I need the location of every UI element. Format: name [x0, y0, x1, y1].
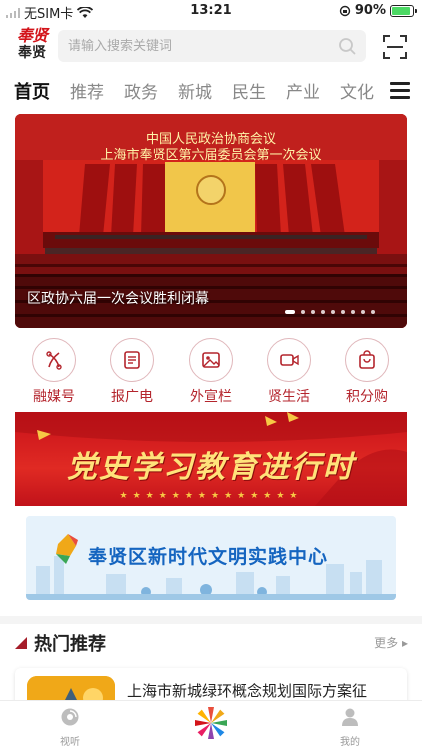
banner-headline-2: 上海市奉贤区第六届委员会第一次会议	[100, 148, 322, 163]
channel-tabs: 首页 推荐 政务 新城 民生 产业 文化	[0, 72, 422, 108]
logo-text: 奉贤	[18, 45, 46, 61]
quick-link-circle	[110, 338, 154, 382]
quick-link-circle	[345, 338, 389, 382]
more-link[interactable]: 更多 ▸	[374, 634, 408, 651]
shopping-bag-icon	[359, 350, 375, 369]
chevron-right-icon: ▸	[401, 636, 408, 650]
tab-recommend[interactable]: 推荐	[70, 78, 104, 103]
tab-livelihood[interactable]: 民生	[232, 78, 266, 103]
carousel-dot[interactable]	[331, 310, 335, 314]
status-right: 90%	[339, 3, 417, 18]
tab-home[interactable]: 首页	[14, 78, 50, 104]
video-icon	[280, 354, 299, 366]
quick-link-points-shop[interactable]: 积分购	[328, 338, 406, 406]
more-label: 更多	[374, 636, 399, 650]
menu-icon[interactable]	[390, 82, 410, 99]
quick-link-label: 外宣栏	[190, 389, 232, 405]
tab-government[interactable]: 政务	[124, 78, 158, 103]
carousel-dot[interactable]	[351, 310, 355, 314]
carousel-dots	[285, 310, 375, 314]
quick-links: 融媒号 报广电 外宣栏 贤生活 积分购	[0, 338, 422, 408]
battery-percent: 90%	[354, 3, 386, 18]
nav-audiovisual[interactable]: 视听	[40, 707, 100, 748]
bottom-nav: 视听 我的	[0, 700, 422, 750]
carousel-dot[interactable]	[301, 310, 305, 314]
nav-profile[interactable]: 我的	[320, 707, 380, 748]
search-box[interactable]	[58, 30, 366, 62]
party-banner-title: 党史学习教育进行时	[67, 450, 355, 485]
section-marker	[15, 637, 27, 649]
carousel-dot[interactable]	[285, 310, 295, 314]
quick-link-life[interactable]: 贤生活	[250, 338, 328, 406]
carousel-dot[interactable]	[371, 310, 375, 314]
nav-home-logo[interactable]	[181, 705, 241, 745]
stars-row: ★★★★★★★★★★★★★★	[119, 491, 303, 501]
civilization-center-title: 奉贤区新时代文明实践中心	[88, 546, 329, 568]
newspaper-icon	[124, 351, 140, 369]
header: 奉贤 奉贤	[0, 26, 422, 66]
tab-culture[interactable]: 文化	[340, 78, 374, 103]
battery-fill	[392, 6, 410, 15]
search-icon[interactable]	[338, 37, 356, 55]
quick-link-newspaper[interactable]: 报广电	[93, 338, 171, 406]
disc-icon	[61, 708, 79, 726]
quick-link-circle	[32, 338, 76, 382]
hot-recommend-title: 热门推荐	[34, 634, 106, 655]
carousel-dot[interactable]	[341, 310, 345, 314]
carousel-dot[interactable]	[321, 310, 325, 314]
carousel-dot[interactable]	[311, 310, 315, 314]
search-input[interactable]	[68, 30, 328, 62]
banner-caption: 区政协六届一次会议胜利闭幕	[27, 291, 209, 307]
hot-recommend-header: 热门推荐 更多 ▸	[0, 626, 422, 660]
network-icon	[46, 351, 62, 370]
nav-label: 视听	[60, 737, 80, 748]
tab-new-city[interactable]: 新城	[178, 78, 212, 103]
app-logo[interactable]: 奉贤 奉贤	[12, 28, 52, 64]
section-separator	[0, 616, 422, 624]
battery-icon	[390, 4, 417, 17]
party-history-banner[interactable]: 党史学习教育进行时 ★★★★★★★★★★★★★★	[15, 412, 407, 506]
quick-link-circle	[267, 338, 311, 382]
scan-icon[interactable]	[382, 34, 408, 60]
quick-link-label: 报广电	[111, 389, 153, 405]
quick-link-publicity[interactable]: 外宣栏	[172, 338, 250, 406]
quick-link-label: 贤生活	[268, 389, 310, 405]
carousel-dot[interactable]	[361, 310, 365, 314]
image-icon	[202, 352, 220, 368]
quick-link-label: 积分购	[346, 389, 388, 405]
quick-link-label: 融媒号	[33, 389, 75, 405]
logo-mark: 奉贤	[16, 26, 48, 45]
status-bar: 无SIM卡 13:21 90%	[0, 0, 422, 22]
user-icon	[342, 708, 358, 726]
orientation-lock-icon	[339, 5, 351, 16]
quick-link-circle	[189, 338, 233, 382]
nav-label: 我的	[340, 737, 360, 748]
civilization-center-banner[interactable]: 奉贤区新时代文明实践中心	[26, 516, 396, 600]
tab-industry[interactable]: 产业	[286, 78, 320, 103]
news-title: 上海市新城绿环概念规划国际方案征	[127, 682, 368, 700]
quick-link-media[interactable]: 融媒号	[15, 338, 93, 406]
pinwheel-logo-icon	[195, 707, 227, 739]
news-carousel[interactable]: 中国人民政治协商会议 上海市奉贤区第六届委员会第一次会议 区政协六届一次会议胜利…	[15, 114, 407, 328]
